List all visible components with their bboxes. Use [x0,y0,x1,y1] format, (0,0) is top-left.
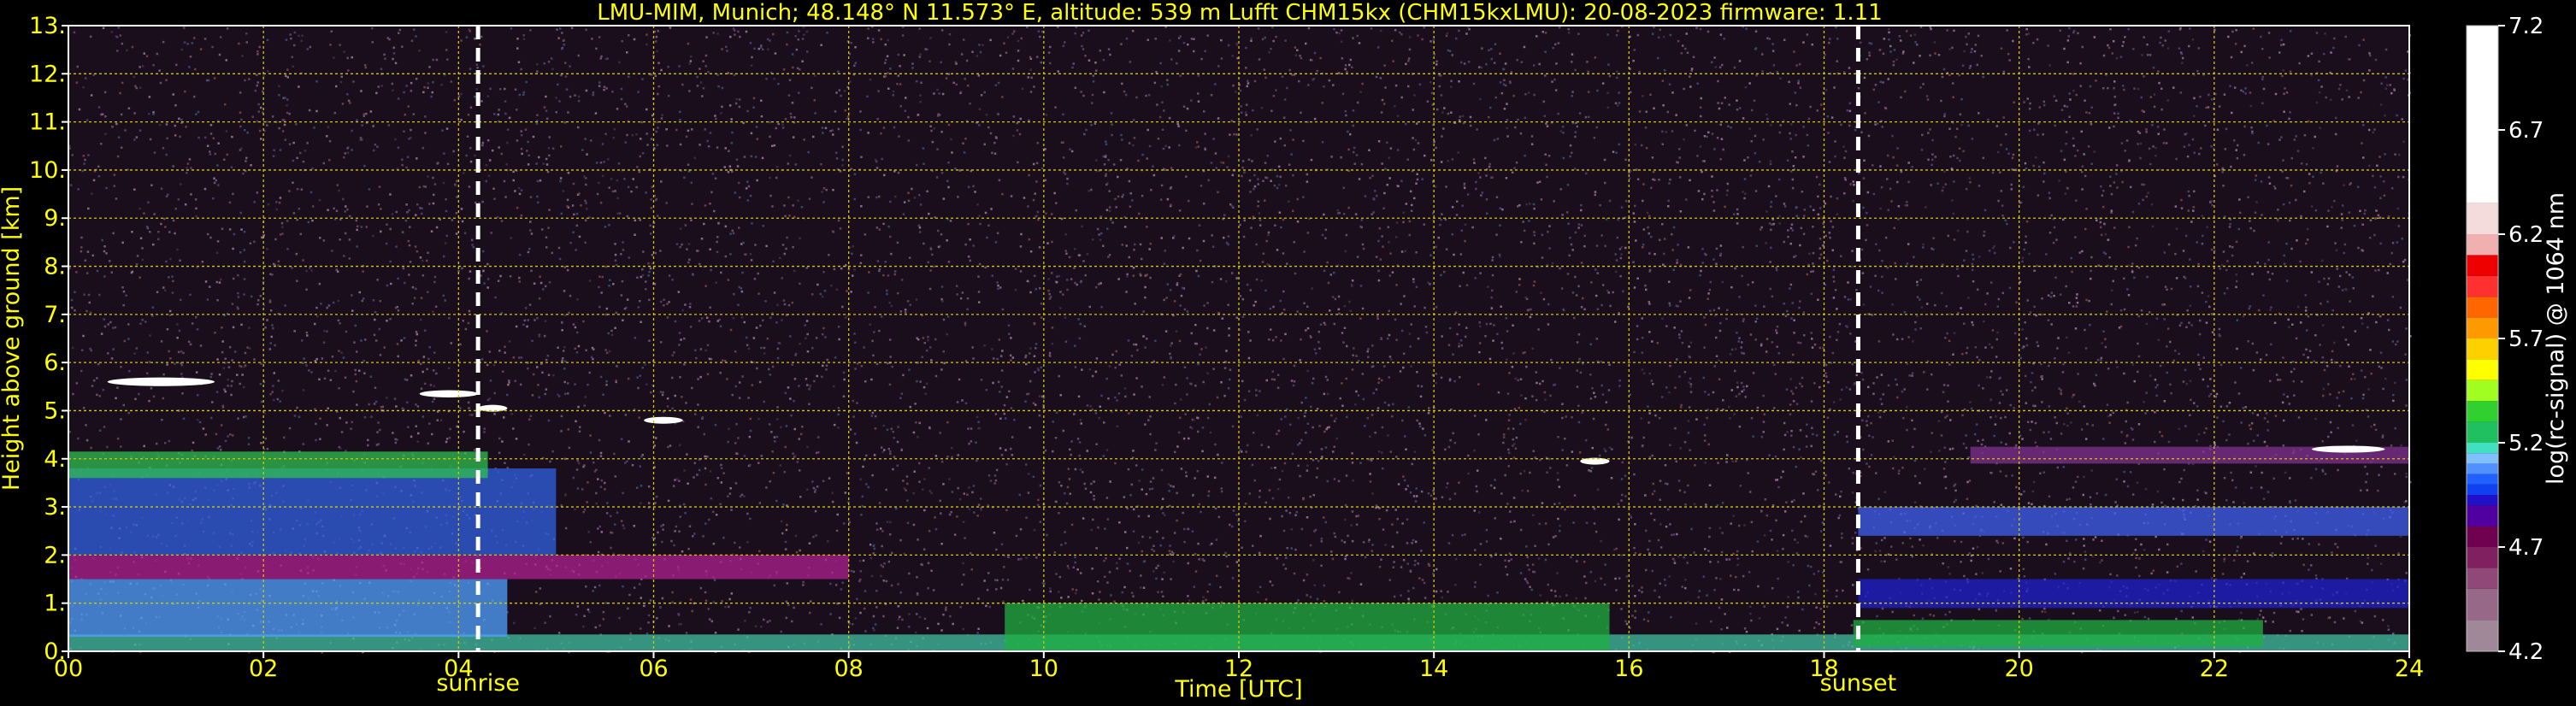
colorbar-tick-label: 5.2 [2508,431,2544,456]
colorbar-level [2467,443,2498,454]
y-tick-label: 4. [44,446,66,473]
y-tick-label: 11. [29,109,66,136]
x-tick-label: 20 [2004,656,2033,682]
colorbar-tick-label: 6.7 [2508,118,2544,144]
y-tick-label: 1. [44,591,66,617]
y-tick-label: 7. [44,302,66,328]
x-tick-label: 08 [834,656,863,682]
x-tick-label: 16 [1614,656,1643,682]
chart-title: LMU-MIM, Munich; 48.148° N 11.573° E, al… [597,0,1882,26]
colorbar-level [2467,620,2498,651]
feature-band [68,579,508,638]
y-tick-label: 2. [44,542,66,568]
colorbar-level [2467,203,2498,234]
sunrise-label: sunrise [436,670,520,697]
colorbar-level [2467,588,2498,621]
colorbar-level [2467,297,2498,318]
cloud [2311,445,2385,453]
cloud [107,377,215,386]
x-axis-label: Time [UTC] [1174,676,1302,703]
colorbar-level [2467,317,2498,338]
feature-band [1858,507,2409,536]
cloud [644,416,683,424]
colorbar-level [2467,547,2498,568]
feature-band [1005,603,1610,651]
colorbar-level [2467,26,2498,203]
colorbar-level [2467,421,2498,443]
x-tick-label: 14 [1419,656,1448,682]
colorbar-tick-label: 4.2 [2508,639,2544,665]
cloud [1580,457,1610,465]
colorbar-level [2467,359,2498,380]
y-tick-label: 13. [29,13,66,39]
colorbar-level [2467,275,2498,297]
colorbar-tick-label: 4.7 [2508,535,2544,561]
feature-band [1853,620,2263,647]
colorbar-level [2467,379,2498,402]
cloud [419,390,479,397]
feature-band [68,468,557,556]
colorbar-level [2467,255,2498,276]
y-axis-label: Height above ground [km] [0,186,25,491]
colorbar-levels [2467,26,2498,651]
colorbar-label: log(rc-signal) @ 1064 nm [2543,192,2569,485]
feature-band [68,451,488,479]
colorbar-tick-label: 6.2 [2508,222,2544,248]
y-tick-label: 6. [44,350,66,376]
colorbar-level [2467,526,2498,547]
sunset-label: sunset [1820,670,1897,697]
x-tick-label: 22 [2200,656,2229,682]
y-tick-label: 12. [29,61,66,87]
colorbar-level [2467,484,2498,495]
plot-area [68,25,2412,654]
colorbar-level [2467,401,2498,422]
x-tick-label: 06 [639,656,668,682]
x-tick-label: 02 [249,656,278,682]
colorbar-tick-label: 5.7 [2508,327,2544,352]
colorbar-level [2467,234,2498,256]
ceilometer-chart: LMU-MIM, Munich; 48.148° N 11.573° E, al… [0,0,2576,706]
y-tick-label: 0. [44,638,66,665]
colorbar-tick-label: 7.2 [2508,14,2544,39]
x-tick-label: 10 [1029,656,1058,682]
cloud [478,404,508,412]
y-tick-label: 5. [44,397,66,424]
x-tick-label: 24 [2395,656,2424,682]
colorbar-level [2467,453,2498,464]
colorbar-level [2467,463,2498,474]
colorbar-level [2467,338,2498,360]
colorbar-level [2467,495,2498,506]
y-tick-label: 9. [44,205,66,232]
y-tick-label: 3. [44,494,66,521]
y-tick-label: 8. [44,254,66,280]
y-tick-label: 10. [29,157,66,184]
colorbar-level [2467,505,2498,527]
colorbar-level [2467,474,2498,485]
colorbar-level [2467,568,2498,589]
